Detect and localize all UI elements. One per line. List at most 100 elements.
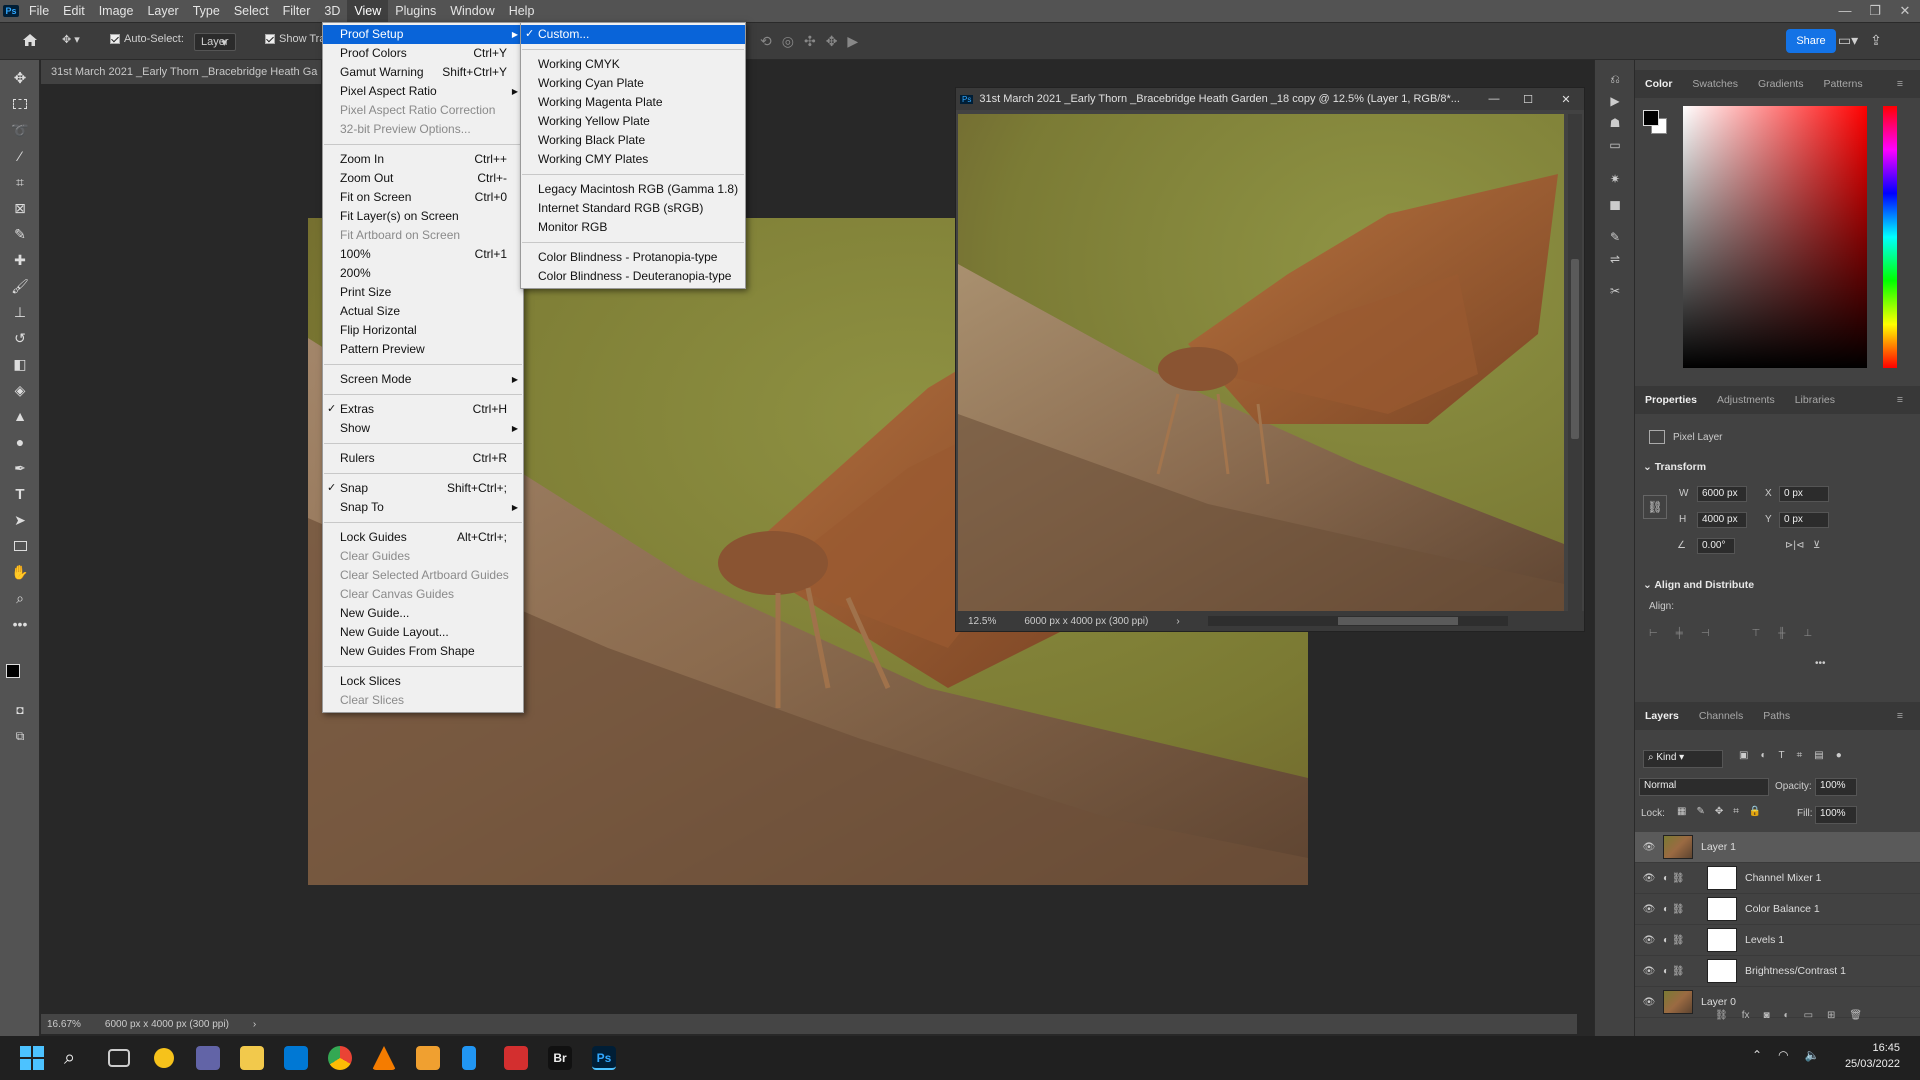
document-app-icon[interactable]: [462, 1046, 476, 1070]
minimize-icon[interactable]: —: [1480, 93, 1508, 105]
layer-name[interactable]: Channel Mixer 1: [1745, 872, 1821, 884]
layer-row[interactable]: 👁 ◐ ⛓ Brightness/Contrast 1: [1635, 956, 1920, 987]
auto-select-checkbox[interactable]: Auto-Select:: [110, 33, 184, 45]
type-tool-icon[interactable]: T: [8, 484, 32, 504]
tab-color[interactable]: Color: [1635, 78, 1682, 90]
layer-row[interactable]: 👁 ◐ ⛓ Color Balance 1: [1635, 894, 1920, 925]
path-selection-icon[interactable]: ➤: [8, 510, 32, 530]
flip-horizontal-icon[interactable]: ⊳|⊲: [1785, 540, 1804, 551]
visibility-eye-icon[interactable]: 👁: [1635, 842, 1663, 853]
layer-style-icon[interactable]: fx: [1742, 1010, 1750, 1021]
lock-all-icon[interactable]: 🔒: [1749, 806, 1761, 817]
menu-layer[interactable]: Layer: [140, 0, 185, 22]
media-player-icon[interactable]: [416, 1046, 440, 1070]
zoom-tool-icon[interactable]: ⌕: [8, 588, 32, 608]
proof-item-working-yellow-plate[interactable]: Working Yellow Plate: [521, 112, 745, 131]
lock-position-icon[interactable]: ✥: [1715, 806, 1723, 817]
tab-paths[interactable]: Paths: [1753, 710, 1800, 722]
lasso-tool-icon[interactable]: ➰: [8, 120, 32, 140]
share-button[interactable]: Share: [1786, 29, 1836, 53]
menu-type[interactable]: Type: [186, 0, 227, 22]
minimize-icon[interactable]: —: [1830, 0, 1860, 22]
view-menu-item-print-size[interactable]: Print Size: [323, 283, 523, 302]
blend-mode-dropdown[interactable]: Normal: [1639, 778, 1769, 796]
tool-presets-icon[interactable]: ✂: [1605, 282, 1625, 300]
chevron-up-icon[interactable]: ⌃: [1752, 1048, 1762, 1062]
panel-menu-icon[interactable]: ≡: [1887, 394, 1913, 406]
chevron-right-icon[interactable]: ›: [1176, 616, 1179, 627]
volume-icon[interactable]: 🔈: [1805, 1048, 1820, 1062]
layer-name[interactable]: Levels 1: [1745, 934, 1784, 946]
comments-icon[interactable]: ▭: [1605, 136, 1625, 154]
more-options-icon[interactable]: •••: [1815, 658, 1826, 669]
dodge-tool-icon[interactable]: ●: [8, 432, 32, 452]
chrome-icon[interactable]: [328, 1046, 352, 1070]
view-menu-item-rulers[interactable]: Rulers Ctrl+R: [323, 449, 523, 468]
visibility-eye-icon[interactable]: 👁: [1635, 997, 1663, 1008]
menu-view[interactable]: View: [347, 0, 389, 22]
width-field[interactable]: 6000 px: [1697, 486, 1747, 502]
bridge-icon[interactable]: Br: [548, 1046, 572, 1070]
delete-layer-icon[interactable]: 🗑: [1849, 1010, 1862, 1021]
brushes-icon[interactable]: ☗: [1605, 114, 1625, 132]
screen-mode-icon[interactable]: ⧉: [8, 726, 32, 746]
new-group-icon[interactable]: ▭: [1804, 1010, 1813, 1021]
view-menu-item-fit-layer-s-on-screen[interactable]: Fit Layer(s) on Screen: [323, 207, 523, 226]
home-icon[interactable]: [22, 33, 38, 47]
view-menu-item-snap-to[interactable]: Snap To ▶: [323, 498, 523, 517]
fill-field[interactable]: 100%: [1815, 806, 1857, 824]
tab-channels[interactable]: Channels: [1689, 710, 1753, 722]
tab-adjustments[interactable]: Adjustments: [1707, 394, 1785, 406]
layer-name[interactable]: Color Balance 1: [1745, 903, 1820, 915]
clock[interactable]: 16:45 25/03/2022: [1845, 1040, 1900, 1072]
lock-pixels-icon[interactable]: ✎: [1696, 806, 1704, 817]
angle-field[interactable]: 0.00°: [1697, 538, 1735, 554]
snipping-tool-icon[interactable]: [504, 1046, 528, 1070]
x-field[interactable]: 0 px: [1779, 486, 1829, 502]
layer-name[interactable]: Layer 1: [1701, 841, 1736, 853]
document-tab[interactable]: 31st March 2021 _Early Thorn _Bracebridg…: [41, 60, 321, 84]
panel-menu-icon[interactable]: ≡: [1887, 710, 1913, 722]
frame-tool-icon[interactable]: ⊠: [8, 198, 32, 218]
view-menu-item-flip-horizontal[interactable]: Flip Horizontal: [323, 321, 523, 340]
chevron-right-icon[interactable]: ›: [253, 1019, 256, 1030]
new-adjustment-icon[interactable]: ◐: [1784, 1010, 1790, 1021]
view-menu-item-new-guides-from-shape[interactable]: New Guides From Shape: [323, 642, 523, 661]
proof-item-working-cmy-plates[interactable]: Working CMY Plates: [521, 150, 745, 169]
proof-item-color-blindness-protanopia-type[interactable]: Color Blindness - Protanopia-type: [521, 248, 745, 267]
view-menu-item-gamut-warning[interactable]: Gamut Warning Shift+Ctrl+Y: [323, 63, 523, 82]
link-dimensions-icon[interactable]: ⛓: [1643, 495, 1667, 519]
move-tool-icon[interactable]: ✥ ▾: [62, 33, 80, 46]
blur-tool-icon[interactable]: ▲: [8, 406, 32, 426]
view-menu-item-pixel-aspect-ratio[interactable]: Pixel Aspect Ratio ▶: [323, 82, 523, 101]
rectangle-tool-icon[interactable]: [8, 536, 32, 556]
flip-vertical-icon[interactable]: ⊻: [1813, 540, 1820, 551]
align-right-icon[interactable]: ⊣: [1701, 628, 1710, 639]
height-field[interactable]: 4000 px: [1697, 512, 1747, 528]
align-middle-icon[interactable]: ╫: [1778, 628, 1785, 639]
view-menu-item-new-guide[interactable]: New Guide...: [323, 604, 523, 623]
view-menu-item-extras[interactable]: ✓ Extras Ctrl+H: [323, 400, 523, 419]
view-menu-item-new-guide-layout[interactable]: New Guide Layout...: [323, 623, 523, 642]
hue-slider[interactable]: [1883, 106, 1897, 368]
auto-select-target-dropdown[interactable]: Layer: [194, 33, 236, 51]
teams-icon[interactable]: [196, 1046, 220, 1070]
filter-smart-icon[interactable]: ▤: [1814, 750, 1823, 761]
3d-mode-icons[interactable]: ⟲ ◎ ✣ ✥ ▶: [760, 33, 858, 50]
magic-wand-icon[interactable]: ⁄: [8, 146, 32, 166]
filter-pixel-icon[interactable]: ▣: [1739, 750, 1748, 761]
filter-toggle-icon[interactable]: ●: [1836, 750, 1842, 761]
crop-tool-icon[interactable]: ⌗: [8, 172, 32, 192]
proof-item-working-cmyk[interactable]: Working CMYK: [521, 55, 745, 74]
mail-icon[interactable]: [284, 1046, 308, 1070]
view-menu-item-proof-setup[interactable]: Proof Setup ▶: [323, 25, 523, 44]
tab-swatches[interactable]: Swatches: [1682, 78, 1748, 90]
clone-stamp-icon[interactable]: ⊥: [8, 302, 32, 322]
view-menu-item-actual-size[interactable]: Actual Size: [323, 302, 523, 321]
brush-tool-icon[interactable]: 🖌: [8, 276, 32, 296]
menu-select[interactable]: Select: [227, 0, 276, 22]
filter-shape-icon[interactable]: ⌗: [1797, 750, 1803, 761]
align-bottom-icon[interactable]: ⊥: [1803, 628, 1812, 639]
visibility-eye-icon[interactable]: 👁: [1635, 873, 1663, 884]
opacity-field[interactable]: 100%: [1815, 778, 1857, 796]
